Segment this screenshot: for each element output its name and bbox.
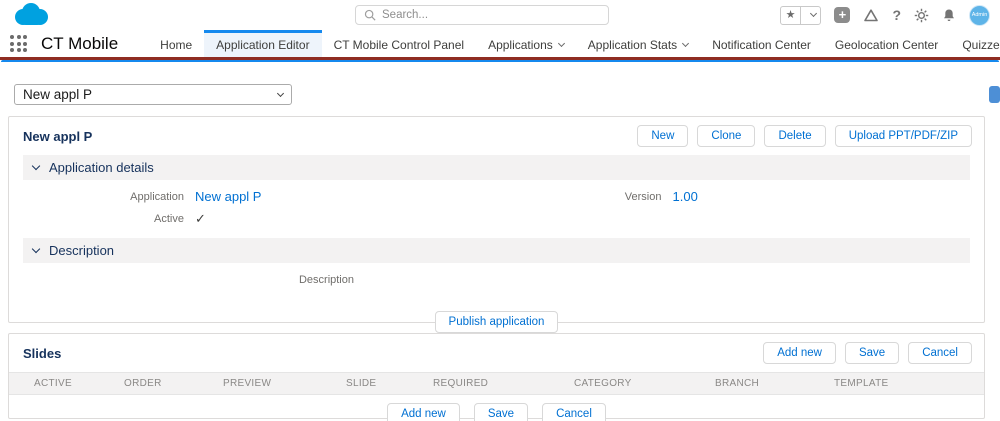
global-actions-icon[interactable]: + <box>834 7 851 23</box>
add-new-button-bottom[interactable]: Add new <box>387 403 460 421</box>
tab-application-editor[interactable]: Application Editor <box>204 30 322 57</box>
application-card: New appl P New Clone Delete Upload PPT/P… <box>8 116 985 333</box>
nav-tabs: Home Application Editor CT Mobile Contro… <box>148 30 1000 57</box>
column-header-order: ORDER <box>124 378 162 389</box>
help-icon[interactable]: ? <box>892 7 901 23</box>
setup-gear-icon[interactable] <box>914 8 929 23</box>
section-title: Application details <box>49 160 154 175</box>
application-select[interactable]: New appl P <box>14 84 292 105</box>
section-application-details[interactable]: Application details <box>23 155 970 180</box>
search-input[interactable] <box>382 9 600 21</box>
salesforce-logo-icon <box>15 3 48 25</box>
field-application: Application New appl P <box>9 189 497 204</box>
field-active: Active ✓ <box>9 211 497 227</box>
scrollbar-thumb[interactable] <box>989 86 1000 103</box>
upload-ppt-pdf-zip-button[interactable]: Upload PPT/PDF/ZIP <box>834 125 972 147</box>
cancel-button[interactable]: Cancel <box>908 342 972 364</box>
field-label: Version <box>624 191 662 203</box>
tab-home[interactable]: Home <box>148 30 204 57</box>
record-title: New appl P <box>23 128 93 144</box>
column-header-required: REQUIRED <box>433 378 489 389</box>
field-label: Active <box>154 213 184 225</box>
field-label: Application <box>130 191 184 203</box>
field-description: Description <box>9 272 365 286</box>
delete-button[interactable]: Delete <box>764 125 826 147</box>
application-details-fields: Application New appl P Active ✓ Version … <box>9 180 984 236</box>
column-header-active: ACTIVE <box>34 378 72 389</box>
chevron-down-icon <box>31 244 41 254</box>
description-fields: Description <box>9 263 984 295</box>
tab-label: Application Stats <box>587 38 678 52</box>
column-header-branch: BRANCH <box>715 378 760 389</box>
section-title: Description <box>49 243 115 258</box>
tab-ct-mobile-control-panel[interactable]: CT Mobile Control Panel <box>322 30 477 57</box>
search-icon <box>364 9 376 21</box>
column-header-slide: SLIDE <box>346 378 377 389</box>
save-button-bottom[interactable]: Save <box>473 403 529 421</box>
global-search[interactable] <box>355 5 609 25</box>
add-new-button[interactable]: Add new <box>763 342 836 364</box>
tab-label: Quizzes <box>962 38 1000 52</box>
publish-application-button[interactable]: Publish application <box>434 311 559 333</box>
tab-geolocation-center[interactable]: Geolocation Center <box>823 30 950 57</box>
column-header-template: TEMPLATE <box>834 378 889 389</box>
guidance-icon[interactable] <box>863 8 879 23</box>
favorites-control[interactable]: ★ <box>779 5 822 25</box>
tab-applications[interactable]: Applications <box>476 30 576 57</box>
column-header-category: CATEGORY <box>574 378 632 389</box>
slides-card: Slides Add new Save Cancel ACTIVE ORDER … <box>8 333 985 421</box>
active-checkmark-icon: ✓ <box>195 211 206 226</box>
favorites-dropdown[interactable] <box>800 6 820 24</box>
app-nav-bar: CT Mobile Home Application Editor CT Mob… <box>0 30 1000 57</box>
application-select-value: New appl P <box>23 87 93 102</box>
user-avatar[interactable]: Admin <box>969 4 990 26</box>
cancel-button-bottom[interactable]: Cancel <box>542 403 606 421</box>
application-value-link[interactable]: New appl P <box>195 189 261 204</box>
section-description[interactable]: Description <box>23 238 970 263</box>
top-utility-bar: ★ + ? Admin <box>0 0 1000 30</box>
app-name: CT Mobile <box>41 33 119 53</box>
notifications-bell-icon[interactable] <box>942 8 956 23</box>
column-header-preview: PREVIEW <box>223 378 272 389</box>
tab-label: Applications <box>488 38 553 52</box>
save-button[interactable]: Save <box>844 342 900 364</box>
favorite-star-icon[interactable]: ★ <box>781 7 801 24</box>
slides-title: Slides <box>23 345 62 361</box>
chevron-down-icon <box>31 161 41 171</box>
chevron-down-icon <box>276 89 285 97</box>
page-content: New appl P New appl P New Clone Delete U… <box>0 62 1000 421</box>
new-button[interactable]: New <box>637 125 689 147</box>
tab-notification-center[interactable]: Notification Center <box>700 30 823 57</box>
tab-application-stats[interactable]: Application Stats <box>576 30 700 57</box>
field-version: Version 1.00 <box>497 189 985 204</box>
app-launcher-icon[interactable] <box>10 35 27 52</box>
version-value: 1.00 <box>672 189 698 204</box>
field-label: Description <box>298 274 354 286</box>
clone-button[interactable]: Clone <box>697 125 756 147</box>
tab-quizzes[interactable]: Quizzes <box>950 30 1000 57</box>
slides-table-header: ACTIVE ORDER PREVIEW SLIDE REQUIRED CATE… <box>9 372 984 395</box>
chevron-down-icon <box>557 39 565 48</box>
chevron-down-icon <box>682 39 690 48</box>
